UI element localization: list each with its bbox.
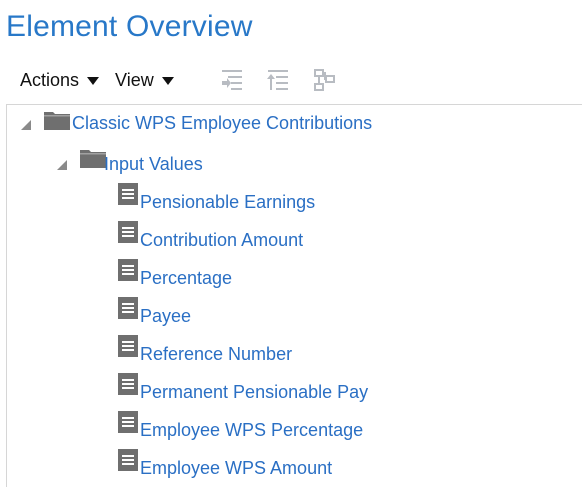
- actions-menu-button[interactable]: Actions: [20, 69, 100, 91]
- tree-leaf-label[interactable]: Permanent Pensionable Pay: [140, 382, 368, 403]
- tree-leaf-node[interactable]: Reference Number: [140, 344, 292, 365]
- tree-root-node[interactable]: Classic WPS Employee Contributions: [72, 113, 372, 134]
- actions-menu-label: Actions: [20, 69, 80, 90]
- view-menu-button[interactable]: View: [115, 70, 174, 91]
- caret-down-icon: [161, 77, 174, 85]
- tree-leaf-node[interactable]: Employee WPS Percentage: [140, 420, 363, 441]
- document-icon: [118, 183, 138, 205]
- expand-all-icon[interactable]: [219, 67, 245, 93]
- collapse-all-icon[interactable]: [265, 67, 291, 93]
- document-icon: [118, 373, 138, 395]
- tree-leaf-node[interactable]: Payee: [140, 306, 191, 327]
- document-icon: [118, 411, 138, 433]
- tree-leaf-label[interactable]: Percentage: [140, 268, 232, 289]
- tree-leaf-label[interactable]: Payee: [140, 306, 191, 327]
- view-menu-label: View: [115, 69, 154, 90]
- document-icon: [118, 335, 138, 357]
- tree-leaf-node[interactable]: Percentage: [140, 268, 232, 289]
- toolbar: Actions View: [20, 68, 190, 92]
- tree-leaf-node[interactable]: Pensionable Earnings: [140, 192, 315, 213]
- tree-leaf-label[interactable]: Pensionable Earnings: [140, 192, 315, 213]
- tree-root-label[interactable]: Classic WPS Employee Contributions: [72, 113, 372, 134]
- tree-input-values-node[interactable]: Input Values: [104, 154, 203, 175]
- tree-leaf-label[interactable]: Reference Number: [140, 344, 292, 365]
- page-title: Element Overview: [6, 10, 253, 43]
- folder-icon: [80, 150, 106, 168]
- tree-leaf-node[interactable]: Permanent Pensionable Pay: [140, 382, 368, 403]
- tree-leaf-node[interactable]: Employee WPS Amount: [140, 458, 332, 479]
- collapse-input-values-icon[interactable]: [57, 160, 67, 170]
- document-icon: [118, 449, 138, 471]
- tree-leaf-label[interactable]: Contribution Amount: [140, 230, 303, 251]
- caret-down-icon: [87, 77, 100, 85]
- document-icon: [118, 259, 138, 281]
- collapse-root-icon[interactable]: [21, 120, 31, 130]
- folder-icon: [44, 112, 70, 130]
- document-icon: [118, 297, 138, 319]
- tree-leaf-node[interactable]: Contribution Amount: [140, 230, 303, 251]
- hierarchy-icon[interactable]: [312, 67, 338, 93]
- tree-input-values-label[interactable]: Input Values: [104, 154, 203, 175]
- document-icon: [118, 221, 138, 243]
- tree-leaf-label[interactable]: Employee WPS Percentage: [140, 420, 363, 441]
- tree-leaf-label[interactable]: Employee WPS Amount: [140, 458, 332, 479]
